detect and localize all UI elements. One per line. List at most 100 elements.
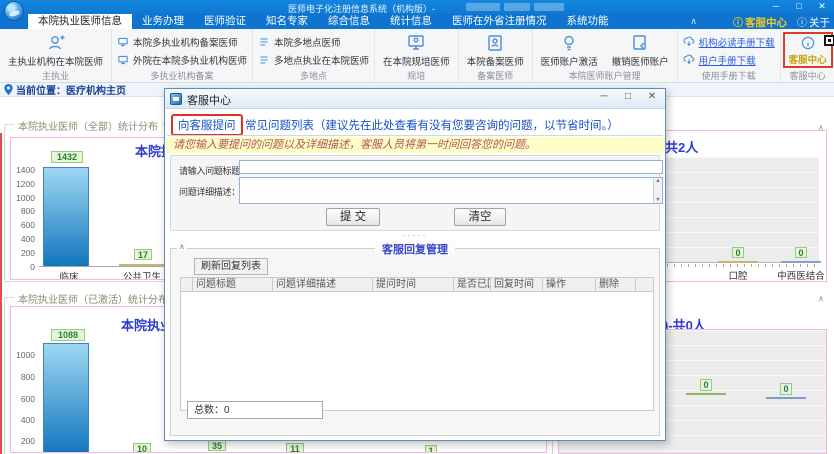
total-count-box: 总数：0	[187, 401, 323, 419]
textarea-scrollbar[interactable]: ▲ ▼	[653, 178, 662, 203]
splitter-dots[interactable]: ·····	[165, 231, 665, 239]
bar-clinical	[43, 167, 89, 266]
tab-faq-list[interactable]: 常见问题列表（建议先在此处查看有没有您要咨询的问题，以节省时间。）	[245, 117, 619, 133]
ribbon-item-label: 主执业机构在本院医师	[8, 54, 103, 68]
submit-button[interactable]: 提 交	[326, 208, 380, 226]
question-form: 请输入问题标题： 问题详细描述： ▲ ▼ 提 交 清空	[170, 155, 660, 231]
ribbon-tabbar: 本院执业医师信息 业务办理 医师验证 知名专家 综合信息 统计信息 医师在外省注…	[0, 14, 834, 29]
external-multi-org-doctors-button[interactable]: 外院在本院多执业机构医师	[117, 53, 247, 67]
person-add-icon	[46, 33, 66, 53]
user-manual-download-link[interactable]: 用户手册下载	[683, 53, 756, 67]
list-icon	[258, 36, 270, 48]
tab-statistics[interactable]: 统计信息	[380, 14, 442, 29]
ribbon-group-caption: 备案医师	[464, 70, 527, 82]
download-icon	[683, 36, 695, 48]
ribbon-item-label: 外院在本院多执业机构医师	[133, 53, 247, 67]
training-doctors-button[interactable]: 在本院规培医师	[380, 32, 453, 69]
refresh-replies-button[interactable]: 刷新回复列表	[194, 258, 268, 275]
primary-practice-doctors-button[interactable]: 主执业机构在本院医师	[5, 32, 106, 69]
multi-site-doctors-here-button[interactable]: 多地点执业在本院医师	[258, 53, 369, 67]
bar-value-label: 0	[795, 247, 807, 258]
all-doctors-group-title: 本院执业医师（全部）统计分布	[14, 118, 162, 133]
column-header: 提问时间	[373, 278, 454, 291]
active-doctors-group-title: 本院执业医师（已激活）统计分布	[14, 291, 172, 306]
tab-out-of-province[interactable]: 医师在外省注册情况	[442, 14, 557, 29]
zero-bar-oral	[718, 261, 758, 263]
zero-point-green	[686, 393, 726, 395]
ribbon-item-label: 用户手册下载	[699, 53, 756, 67]
bar-value-label: 35	[208, 440, 226, 451]
own-multi-org-doctors-button[interactable]: 本院多执业机构备案医师	[117, 35, 238, 49]
zero-bar-integrated	[781, 261, 821, 263]
bar-value-label: 11	[286, 443, 304, 453]
own-multi-site-doctors-button[interactable]: 本院多地点医师	[258, 35, 341, 49]
tab-ask-service[interactable]: 向客服提问	[171, 114, 243, 136]
column-header: 问题标题	[193, 278, 273, 291]
scroll-up-icon[interactable]: ▲	[654, 178, 662, 184]
redacted-text-block	[466, 3, 500, 11]
chart-title-fragment: 共2人	[665, 137, 698, 156]
download-icon	[683, 54, 695, 66]
ribbon-group-primary-practice: 主执业机构在本院医师 主执业	[0, 29, 112, 82]
redacted-text-block	[504, 3, 530, 11]
bar-clinical-active	[43, 343, 89, 453]
y-tick: 200	[11, 248, 35, 258]
tab-experts[interactable]: 知名专家	[256, 14, 318, 29]
bar-value-label: 1432	[51, 151, 83, 163]
y-tick: 1200	[11, 179, 35, 189]
dialog-minimize-button[interactable]: ─	[597, 91, 611, 102]
tab-general-info[interactable]: 综合信息	[318, 14, 380, 29]
bar-value-label: 17	[134, 249, 152, 260]
activate-account-button[interactable]: 医师账户激活	[538, 32, 601, 69]
app-logo	[4, 1, 24, 21]
question-title-input[interactable]	[239, 160, 663, 174]
info-icon: ⓘ	[797, 18, 807, 29]
org-manual-download-link[interactable]: 机构必读手册下载	[683, 35, 775, 49]
service-center-link[interactable]: ⓘ客服中心	[733, 14, 787, 30]
tab-current-doctors[interactable]: 本院执业医师信息	[28, 14, 132, 29]
table-header-row: 问题标题 问题详细描述 提问时间 是否已回.. 回复时间 操作 删除	[180, 277, 654, 292]
about-link[interactable]: ⓘ关于	[797, 14, 830, 30]
column-header: 问题详细描述	[273, 278, 373, 291]
x-category-label: 中西医结合	[773, 268, 827, 282]
reply-management-section: 刷新回复列表 问题标题 问题详细描述 提问时间 是否已回.. 回复时间 操作 删…	[170, 248, 660, 436]
column-header: 是否已回..	[454, 278, 491, 291]
tab-verification[interactable]: 医师验证	[194, 14, 256, 29]
monitor-icon	[117, 36, 129, 48]
window-close-button[interactable]: ✕	[816, 1, 828, 12]
bulb-icon	[559, 33, 579, 53]
ribbon-item-label: 撤销医师账户	[612, 54, 669, 68]
service-center-dialog: 客服中心 ─ □ ✕ 向客服提问 常见问题列表（建议先在此处查看有没有您要咨询的…	[164, 88, 666, 441]
ribbon-group-multi-site: 本院多地点医师 多地点执业在本院医师 多地点	[253, 29, 375, 82]
clear-button[interactable]: 清空	[454, 208, 506, 226]
window-maximize-button[interactable]: □	[793, 1, 805, 12]
tab-system[interactable]: 系统功能	[557, 14, 619, 29]
dialog-maximize-button[interactable]: □	[621, 91, 635, 102]
y-tick: 1000	[11, 350, 35, 360]
y-tick: 200	[11, 436, 35, 446]
bar-value-label: 0	[732, 247, 744, 258]
bar-value-label: 10	[133, 443, 151, 453]
question-desc-textarea[interactable]: ▲ ▼	[239, 177, 663, 204]
revoke-account-button[interactable]: 撤销医师账户	[609, 32, 672, 69]
ribbon-group-multi-org: 本院多执业机构备案医师 外院在本院多执业机构医师 多执业机构备案	[112, 29, 253, 82]
panel-collapse-icon[interactable]: ∧	[818, 294, 824, 303]
ribbon-group-manuals: 机构必读手册下载 用户手册下载 使用手册下载	[678, 29, 781, 82]
ribbon: 主执业机构在本院医师 主执业 本院多执业机构备案医师 外院在本院多执业机构医师 …	[0, 29, 834, 83]
doc-undo-icon	[630, 33, 650, 53]
registered-doctors-button[interactable]: 本院备案医师	[464, 32, 527, 69]
app-window: 医师电子化注册信息系统（机构版）- ─ □ ✕ 本院执业医师信息 业务办理 医师…	[0, 0, 834, 454]
notice-banner: 请您输入要提问的问题以及详细描述，客服人员将第一时间回答您的问题。	[166, 137, 665, 153]
window-titlebar: 医师电子化注册信息系统（机构版）- ─ □ ✕	[0, 0, 834, 14]
y-tick: 1000	[11, 193, 35, 203]
dialog-close-button[interactable]: ✕	[645, 91, 659, 102]
y-tick: 600	[11, 394, 35, 404]
dialog-icon	[170, 93, 182, 105]
dialog-titlebar[interactable]: 客服中心 ─ □ ✕	[165, 89, 665, 109]
reply-collapse-icon[interactable]: ∧	[177, 242, 187, 251]
tab-business[interactable]: 业务办理	[132, 14, 194, 29]
scroll-down-icon[interactable]: ▼	[654, 197, 662, 203]
ribbon-collapse-icon[interactable]: ∧	[690, 16, 697, 27]
y-tick: 400	[11, 415, 35, 425]
window-minimize-button[interactable]: ─	[770, 1, 782, 12]
